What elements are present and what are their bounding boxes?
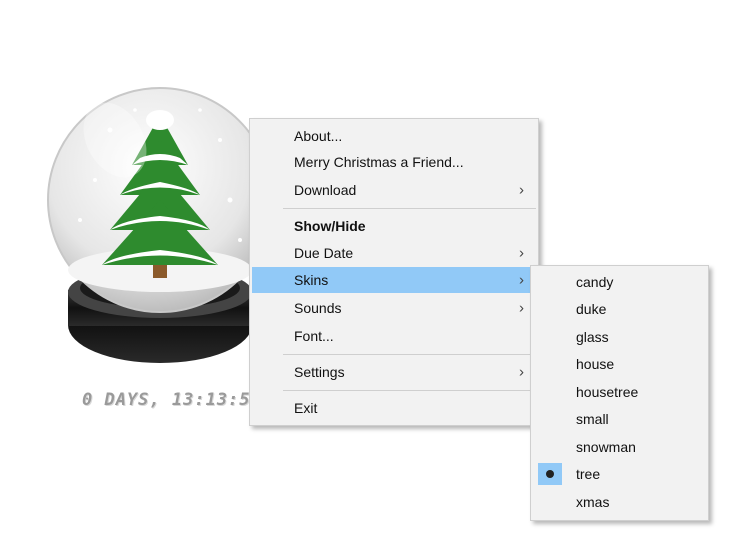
menu-item-label: About...: [294, 128, 343, 144]
skin-item-house[interactable]: house: [533, 351, 706, 377]
menu-item-label: Exit: [294, 400, 318, 416]
menu-item-about[interactable]: About...: [252, 123, 536, 149]
menu-item-font[interactable]: Font...: [252, 323, 536, 349]
skin-item-label: house: [576, 356, 615, 372]
skin-item-tree[interactable]: tree: [533, 461, 706, 487]
skin-item-label: xmas: [576, 494, 610, 510]
skin-item-label: duke: [576, 301, 607, 317]
menu-item-label: Sounds: [294, 300, 342, 316]
menu-separator: [283, 208, 536, 209]
menu-item-download[interactable]: Download ›: [252, 177, 536, 203]
menu-item-label: Download: [294, 182, 357, 198]
countdown-text: 0 DAYS, 13:13:54: [82, 390, 262, 410]
skin-item-label: small: [576, 411, 609, 427]
skins-submenu: candy duke glass house housetree small s…: [530, 265, 709, 521]
skin-item-snowman[interactable]: snowman: [533, 434, 706, 460]
menu-item-sounds[interactable]: Sounds ›: [252, 295, 536, 321]
skin-item-label: candy: [576, 274, 614, 290]
menu-separator: [283, 390, 536, 391]
radio-dot-icon: [538, 463, 562, 485]
menu-item-label: Font...: [294, 328, 334, 344]
chevron-right-icon: ›: [519, 181, 524, 199]
menu-item-label: Merry Christmas a Friend...: [294, 154, 464, 170]
skin-item-label: housetree: [576, 384, 639, 400]
menu-item-show-hide[interactable]: Show/Hide: [252, 213, 536, 239]
menu-item-skins[interactable]: Skins ›: [252, 267, 536, 293]
skin-item-small[interactable]: small: [533, 406, 706, 432]
menu-item-label: Due Date: [294, 245, 354, 261]
chevron-right-icon: ›: [519, 271, 524, 289]
menu-item-label: Settings: [294, 364, 345, 380]
skin-item-duke[interactable]: duke: [533, 296, 706, 322]
context-menu: About... Merry Christmas a Friend... Dow…: [249, 118, 539, 426]
menu-item-merry-christmas-friend[interactable]: Merry Christmas a Friend...: [252, 149, 536, 175]
menu-item-settings[interactable]: Settings ›: [252, 359, 536, 385]
chevron-right-icon: ›: [519, 244, 524, 262]
skin-item-glass[interactable]: glass: [533, 324, 706, 350]
menu-item-exit[interactable]: Exit: [252, 395, 536, 421]
skin-item-housetree[interactable]: housetree: [533, 379, 706, 405]
menu-item-label: Show/Hide: [294, 218, 366, 234]
snow-globe-widget[interactable]: 0 DAYS, 13:13:54: [40, 70, 280, 430]
menu-item-label: Skins: [294, 272, 329, 288]
skin-item-label: tree: [576, 466, 601, 482]
snow-globe-icon: [47, 87, 273, 363]
skin-item-label: glass: [576, 329, 609, 345]
chevron-right-icon: ›: [519, 299, 524, 317]
menu-separator: [283, 354, 536, 355]
chevron-right-icon: ›: [519, 363, 524, 381]
skin-item-label: snowman: [576, 439, 636, 455]
skin-item-xmas[interactable]: xmas: [533, 489, 706, 515]
skin-item-candy[interactable]: candy: [533, 269, 706, 295]
menu-item-due-date[interactable]: Due Date ›: [252, 240, 536, 266]
